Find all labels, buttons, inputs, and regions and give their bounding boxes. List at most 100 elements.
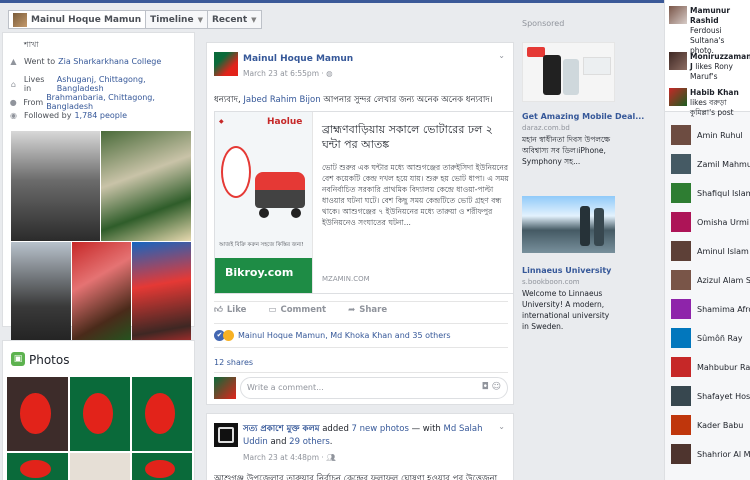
comment-label: Comment bbox=[280, 305, 327, 315]
post-time: March 23 at 4:48pm · bbox=[243, 453, 327, 462]
photo-thumbnail[interactable] bbox=[132, 453, 192, 480]
chat-contact[interactable]: Shafayet Hossa bbox=[671, 385, 750, 407]
contact-avatar bbox=[671, 328, 691, 348]
profile-thumbnail bbox=[13, 12, 27, 27]
chat-contact[interactable]: Kader Babu bbox=[671, 414, 743, 436]
ad-image[interactable] bbox=[522, 196, 615, 253]
photo-thumbnail[interactable] bbox=[7, 453, 68, 480]
contact-avatar bbox=[671, 154, 691, 174]
ticker-item[interactable]: Habib Khan likes বরুড়া কুমিল্লা's post bbox=[690, 88, 750, 118]
post-action-text: added bbox=[319, 424, 352, 434]
price-tag bbox=[583, 57, 611, 75]
featured-photos-grid bbox=[11, 131, 191, 349]
and-text: and bbox=[267, 437, 290, 447]
post-time: March 23 at 6:55pm · bbox=[243, 69, 327, 78]
recent-dropdown[interactable]: Recent ▼ bbox=[206, 10, 262, 29]
feed-post: Mainul Hoque Mamun March 23 at 6:55pm · … bbox=[206, 42, 514, 405]
photo-thumbnail[interactable] bbox=[132, 377, 192, 451]
globe-icon: ◍ bbox=[326, 69, 333, 78]
post-timestamp[interactable]: March 23 at 4:48pm · 👥︎ bbox=[243, 453, 336, 462]
timeline-dropdown[interactable]: Timeline ▼ bbox=[145, 10, 208, 29]
chat-contact[interactable]: Mahbubur Rahm bbox=[671, 356, 750, 378]
featured-photo[interactable] bbox=[11, 242, 71, 349]
post-timestamp[interactable]: March 23 at 6:55pm · ◍ bbox=[243, 69, 333, 78]
ticker-avatar[interactable] bbox=[669, 88, 687, 106]
intro-card: শাখা ▲ Went to Zia Sharkarkhana College … bbox=[2, 32, 195, 349]
comment-button[interactable]: ▭ Comment bbox=[268, 305, 326, 315]
chat-contact[interactable]: Omisha Urmi bbox=[671, 211, 749, 233]
comment-input[interactable]: Write a comment... ◘ ☺ bbox=[240, 377, 508, 399]
ad-badge bbox=[221, 146, 251, 198]
post-actions: 👍︎ Like ▭ Comment ➦ Share bbox=[214, 305, 409, 315]
contact-avatar bbox=[671, 241, 691, 261]
tagged-name-link[interactable]: Jabed Rahim Bijon bbox=[243, 95, 320, 105]
contact-name: Omisha Urmi bbox=[697, 217, 750, 227]
chat-contact[interactable]: Sûmôñ Ray bbox=[671, 327, 742, 349]
ticker-avatar[interactable] bbox=[669, 52, 687, 70]
ad-title[interactable]: Get Amazing Mobile Deal... bbox=[522, 112, 644, 121]
reactions-text: Mainul Hoque Mamun, Md Khoka Khan and 35… bbox=[238, 331, 451, 340]
chat-contact[interactable]: Shahrior Al Mam bbox=[671, 443, 750, 465]
photos-link[interactable]: 7 new photos bbox=[352, 424, 409, 434]
intro-cut-row: শাখা bbox=[9, 39, 193, 52]
featured-photo[interactable] bbox=[11, 131, 100, 241]
contact-name: Shahrior Al Mam bbox=[697, 449, 750, 459]
ticker-item[interactable]: Moniruzzaman J likes Rony Maruf's bbox=[690, 52, 750, 82]
wheel bbox=[291, 208, 301, 218]
share-button[interactable]: ➦ Share bbox=[348, 305, 387, 315]
followers-link[interactable]: 1,784 people bbox=[74, 111, 127, 120]
like-button[interactable]: 👍︎ Like bbox=[214, 305, 246, 315]
school-link[interactable]: Zia Sharkarkhana College bbox=[58, 57, 161, 66]
scooter-illustration bbox=[255, 172, 305, 208]
featured-photo[interactable] bbox=[72, 242, 131, 349]
author-avatar[interactable] bbox=[214, 423, 238, 447]
contact-name: Shamima Afroz bbox=[697, 304, 750, 314]
photos-icon: ▣ bbox=[11, 352, 25, 366]
ticker-item[interactable]: Mamunur Rashid Ferdousi Sultana's photo. bbox=[690, 6, 750, 56]
featured-photo[interactable] bbox=[132, 242, 191, 349]
chat-contact[interactable]: Shamima Afroz bbox=[671, 298, 750, 320]
photo-thumbnail[interactable] bbox=[7, 377, 68, 451]
contact-avatar bbox=[671, 415, 691, 435]
shared-link-card[interactable]: ◆ Haolue আজই বিক্রি করুন সহজে কিস্তির জন… bbox=[214, 111, 514, 294]
featured-photo[interactable] bbox=[101, 131, 191, 241]
post-author-name[interactable]: Mainul Hoque Mamun bbox=[243, 54, 353, 64]
ad-image[interactable] bbox=[522, 42, 615, 102]
shares-count[interactable]: 12 shares bbox=[214, 358, 253, 367]
photo-thumbnail[interactable] bbox=[70, 453, 130, 480]
ad-title[interactable]: Linnaeus University bbox=[522, 266, 611, 275]
share-label: Share bbox=[359, 305, 388, 315]
emoji-icon[interactable]: ☺ bbox=[492, 382, 501, 392]
chat-contact[interactable]: Zamil Mahmud bbox=[671, 153, 750, 175]
intro-cut-text: শাখা bbox=[24, 40, 39, 49]
profile-name-tab[interactable]: Mainul Hoque Mamun bbox=[8, 10, 147, 29]
current-city-link[interactable]: Ashuganj, Chittagong, Bangladesh bbox=[57, 75, 193, 93]
activity-ticker: Mamunur Rashid Ferdousi Sultana's photo.… bbox=[665, 0, 750, 117]
profile-name: Mainul Hoque Mamun bbox=[31, 14, 142, 25]
photo-thumbnail[interactable] bbox=[70, 377, 130, 451]
divider bbox=[214, 323, 508, 324]
phone-illustration bbox=[543, 55, 561, 95]
chat-contact[interactable]: Amin Ruhul bbox=[671, 124, 743, 146]
home-icon: ⌂ bbox=[10, 79, 16, 89]
post-author-name[interactable]: সত্য প্রকাশে মুক্ত কলম bbox=[243, 424, 320, 434]
share-icon: ➦ bbox=[348, 305, 356, 315]
hometown-link[interactable]: Brahmanbaria, Chittagong, Bangladesh bbox=[46, 93, 193, 111]
chat-contact[interactable]: Azizul Alam Sho bbox=[671, 269, 750, 291]
ticker-avatar[interactable] bbox=[669, 6, 687, 24]
post-options-chevron-icon[interactable]: ⌄ bbox=[498, 422, 505, 431]
with-text: — with bbox=[408, 424, 444, 434]
comment-icon: ▭ bbox=[268, 305, 277, 315]
chat-contact[interactable]: Shafiqul Islam J bbox=[671, 182, 750, 204]
reactions-summary[interactable]: ✔ Mainul Hoque Mamun, Md Khoka Khan and … bbox=[214, 330, 451, 341]
contact-avatar bbox=[671, 125, 691, 145]
camera-icon[interactable]: ◘ bbox=[482, 382, 489, 392]
tagged-others-link[interactable]: 29 others bbox=[289, 437, 330, 447]
timeline-label: Timeline bbox=[150, 14, 194, 25]
author-avatar[interactable] bbox=[214, 52, 238, 76]
photos-title[interactable]: Photos bbox=[29, 353, 69, 367]
post-options-chevron-icon[interactable]: ⌄ bbox=[498, 51, 505, 60]
ad-description: Welcome to Linnaeus University! A modern… bbox=[522, 289, 610, 331]
intro-prefix: From bbox=[23, 97, 44, 107]
chat-contact[interactable]: Aminul Islam bbox=[671, 240, 749, 262]
